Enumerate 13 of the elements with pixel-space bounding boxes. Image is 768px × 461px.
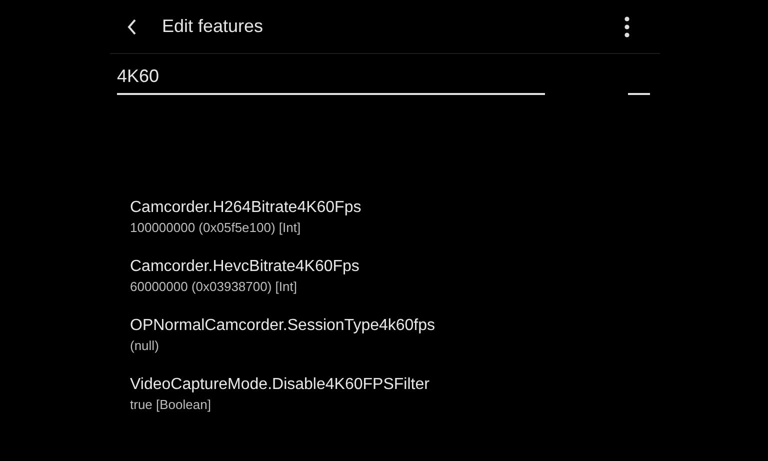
more-options-button[interactable] xyxy=(624,16,630,38)
more-icon xyxy=(624,16,630,38)
screen-title: Edit features xyxy=(162,16,264,37)
feature-name: OPNormalCamcorder.SessionType4k60fps xyxy=(130,317,436,335)
feature-name: VideoCaptureMode.Disable4K60FPSFilter xyxy=(130,376,430,394)
feature-name: Camcorder.H264Bitrate4K60Fps xyxy=(130,199,362,217)
search-field[interactable]: 4K60 xyxy=(117,66,545,95)
feature-value: true [Boolean] xyxy=(130,397,212,412)
feature-value: 100000000 (0x05f5e100) [Int] xyxy=(130,220,302,235)
feature-name: Camcorder.HevcBitrate4K60Fps xyxy=(130,258,360,276)
feature-value: (null) xyxy=(130,338,160,353)
back-icon xyxy=(126,18,138,36)
feature-value: 60000000 (0x03938700) [Int] xyxy=(130,279,298,294)
